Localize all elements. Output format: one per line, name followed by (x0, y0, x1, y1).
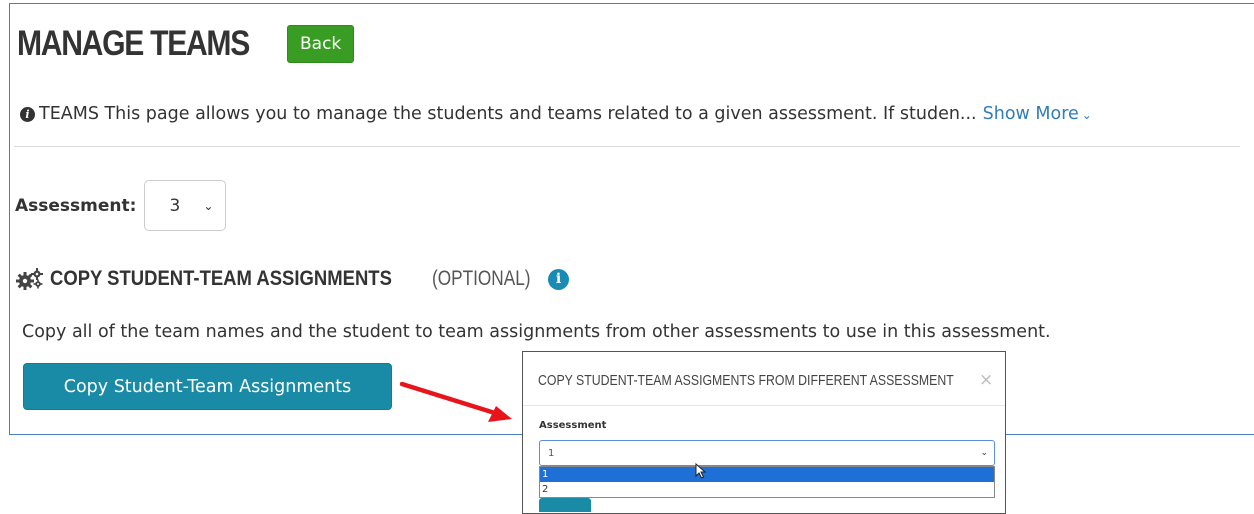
info-circle-icon[interactable]: i (548, 268, 569, 290)
chevron-down-icon: ⌄ (203, 198, 214, 213)
red-arrow-icon (400, 381, 512, 422)
modal-divider (523, 405, 1005, 406)
assessment-dropdown-list: 1 2 (539, 466, 995, 498)
info-line: i TEAMS This page allows you to manage t… (20, 104, 1092, 124)
dropdown-option[interactable]: 1 (540, 467, 994, 482)
back-button[interactable]: Back (287, 25, 355, 63)
assessment-label: Assessment: (15, 195, 137, 216)
modal-copy-button[interactable] (539, 498, 591, 512)
modal-assessment-label: Assessment (539, 420, 607, 431)
assessment-row: Assessment: 3 ⌄ (15, 180, 227, 231)
copy-section-description: Copy all of the team names and the stude… (22, 322, 1051, 342)
modal-assessment-select[interactable]: 1 ⌄ (539, 440, 995, 466)
assessment-select[interactable]: 3 ⌄ (144, 180, 227, 231)
chevron-down-icon: ⌄ (1081, 108, 1092, 122)
close-icon[interactable]: × (979, 370, 993, 390)
mouse-cursor-icon (695, 463, 707, 479)
assessment-select-value: 3 (169, 195, 181, 216)
modal-select-value: 1 (548, 447, 555, 459)
copy-student-team-assignments-button[interactable]: Copy Student-Team Assignments (23, 363, 392, 410)
page-title: MANAGE TEAMS (17, 24, 250, 63)
show-more-label: Show More (982, 104, 1079, 124)
info-text: TEAMS This page allows you to manage the… (39, 104, 977, 124)
modal-title: COPY STUDENT-TEAM ASSIGMENTS FROM DIFFER… (538, 372, 954, 389)
title-row: MANAGE TEAMS Back (17, 24, 355, 64)
divider (14, 146, 1240, 147)
copy-assignments-modal: COPY STUDENT-TEAM ASSIGMENTS FROM DIFFER… (522, 351, 1006, 514)
gears-icon (16, 268, 43, 290)
copy-section-heading: COPY STUDENT-TEAM ASSIGNMENTS (OPTIONAL)… (16, 267, 569, 291)
show-more-link[interactable]: Show More ⌄ (983, 104, 1092, 124)
info-icon: i (20, 106, 35, 122)
copy-section-optional: (OPTIONAL) (432, 267, 531, 290)
chevron-down-icon: ⌄ (980, 448, 988, 458)
dropdown-option[interactable]: 2 (540, 482, 994, 497)
copy-section-title: COPY STUDENT-TEAM ASSIGNMENTS (50, 267, 392, 290)
